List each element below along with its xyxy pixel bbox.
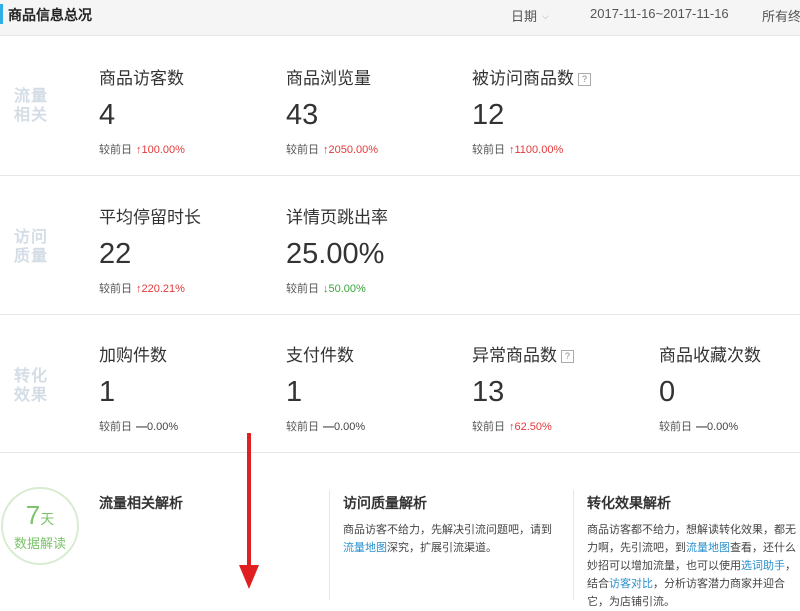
traffic-map-link[interactable]: 流量地图	[686, 542, 730, 554]
overview-header: 商品信息总况 日期 ⌵ 2017-11-16~2017-11-16 所有终端	[0, 0, 800, 36]
date-label: 日期	[511, 9, 538, 24]
metric-name: 商品浏览量	[286, 69, 371, 88]
metric-name: 异常商品数?	[472, 341, 574, 366]
traffic-map-link[interactable]: 流量地图	[343, 542, 387, 554]
metric-compare: 较前日 ↓50.00%	[286, 283, 366, 295]
question-icon[interactable]: ?	[561, 350, 574, 363]
section-label-quality: 访问质量	[14, 229, 49, 265]
analysis-traffic: 流量相关解析	[99, 493, 299, 513]
analysis-text: 商品访客都不给力，想解读转化效果，都无力啊，先引流吧，到流量地图查看，还什么妙招…	[587, 524, 796, 608]
date-selector[interactable]: 日期 ⌵	[511, 6, 549, 25]
metric-abnormal-products: 异常商品数? 13 较前日 ↑62.50%	[472, 341, 574, 434]
metric-paid-items: 支付件数 1 较前日 —0.00%	[286, 341, 365, 434]
metric-value: 22	[99, 238, 132, 270]
metric-value: 25.00%	[286, 238, 385, 270]
seven-day-badge[interactable]: 7天 数据解读	[1, 487, 79, 565]
metric-compare: 较前日 ↑62.50%	[472, 421, 552, 433]
metric-value: 0	[659, 376, 676, 408]
metric-name: 支付件数	[286, 346, 354, 365]
keyword-helper-link[interactable]: 选词助手	[741, 560, 785, 572]
metric-name: 商品访客数	[99, 69, 184, 88]
title-accent-bar	[0, 4, 3, 24]
metric-name: 被访问商品数?	[472, 64, 591, 89]
metric-name: 平均停留时长	[99, 208, 201, 227]
metric-avg-stay-time: 平均停留时长 22 较前日 ↑220.21%	[99, 203, 201, 296]
badge-number: 7天	[25, 500, 55, 530]
metric-compare: 较前日 ↑100.00%	[99, 144, 185, 156]
metric-compare: 较前日 ↑1100.00%	[472, 144, 564, 156]
metric-value: 1	[99, 376, 116, 408]
page-title: 商品信息总况	[8, 7, 92, 23]
section-quality: 访问质量 平均停留时长 22 较前日 ↑220.21% 详情页跳出率 25.00%…	[0, 176, 800, 315]
metric-value: 4	[99, 99, 116, 131]
metric-product-pageviews: 商品浏览量 43 较前日 ↑2050.00%	[286, 64, 378, 157]
metric-value: 1	[286, 376, 303, 408]
metric-name: 详情页跳出率	[286, 208, 388, 227]
terminal-selector[interactable]: 所有终端	[762, 6, 800, 25]
section-traffic: 流量相关 商品访客数 4 较前日 ↑100.00% 商品浏览量 43 较前日 ↑20…	[0, 36, 800, 176]
metric-compare: 较前日 —0.00%	[659, 421, 739, 433]
metric-value: 13	[472, 376, 505, 408]
dash-icon: —	[323, 421, 334, 433]
metric-name: 商品收藏次数	[659, 346, 761, 365]
analysis-title: 访问质量解析	[343, 495, 427, 511]
question-icon[interactable]: ?	[578, 73, 591, 86]
divider	[573, 490, 574, 600]
section-label-traffic: 流量相关	[14, 88, 49, 124]
badge-caption: 数据解读	[13, 536, 66, 551]
date-range: 2017-11-16~2017-11-16	[590, 6, 729, 21]
metric-name: 加购件数	[99, 346, 167, 365]
metric-bounce-rate: 详情页跳出率 25.00% 较前日 ↓50.00%	[286, 203, 388, 296]
metric-compare: 较前日 ↑2050.00%	[286, 144, 379, 156]
analysis-title: 转化效果解析	[587, 495, 671, 511]
metric-add-to-cart: 加购件数 1 较前日 —0.00%	[99, 341, 178, 434]
chevron-down-icon: ⌵	[542, 11, 549, 21]
annotation-arrow-down-icon	[239, 433, 259, 589]
analysis-quality: 访问质量解析 商品访客不给力，先解决引流问题吧，请到流量地图深究，扩展引流渠道。	[343, 493, 561, 557]
metric-value: 12	[472, 99, 505, 131]
analysis-conversion: 转化效果解析 商品访客都不给力，想解读转化效果，都无力啊，先引流吧，到流量地图查…	[587, 493, 797, 611]
visitor-compare-link[interactable]: 访客对比	[609, 578, 653, 590]
section-conversion: 转化效果 加购件数 1 较前日 —0.00% 支付件数 1 较前日 —0.00% 异…	[0, 315, 800, 453]
dash-icon: —	[136, 421, 147, 433]
metric-product-visitors: 商品访客数 4 较前日 ↑100.00%	[99, 64, 185, 157]
metric-value: 43	[286, 99, 319, 131]
metric-compare: 较前日 —0.00%	[286, 421, 366, 433]
analysis-title: 流量相关解析	[99, 495, 183, 511]
metric-compare: 较前日 —0.00%	[99, 421, 179, 433]
divider	[329, 490, 330, 600]
section-label-conversion: 转化效果	[14, 368, 49, 404]
metric-visited-products: 被访问商品数? 12 较前日 ↑1100.00%	[472, 64, 591, 157]
metric-compare: 较前日 ↑220.21%	[99, 283, 185, 295]
metric-favorites: 商品收藏次数 0 较前日 —0.00%	[659, 341, 761, 434]
dash-icon: —	[696, 421, 707, 433]
analysis-text: 商品访客不给力，先解决引流问题吧，请到流量地图深究，扩展引流渠道。	[343, 524, 552, 554]
